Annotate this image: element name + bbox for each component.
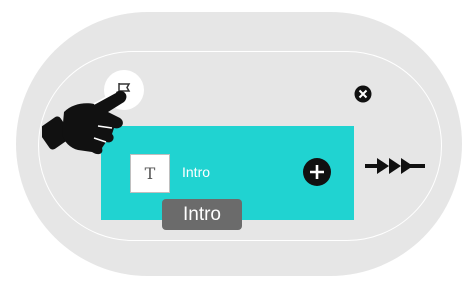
node-icon-glyph: T — [144, 164, 156, 183]
hand-pointer-icon — [42, 90, 127, 155]
tooltip-text: Intro — [182, 203, 222, 225]
close-icon[interactable] — [354, 85, 372, 103]
node-tooltip: Intro — [162, 199, 242, 230]
arrow-right-icon[interactable] — [365, 156, 425, 176]
node-label: Intro — [182, 164, 211, 180]
flow-canvas: T Intro Intro — [0, 0, 471, 295]
plus-icon[interactable] — [302, 157, 332, 187]
